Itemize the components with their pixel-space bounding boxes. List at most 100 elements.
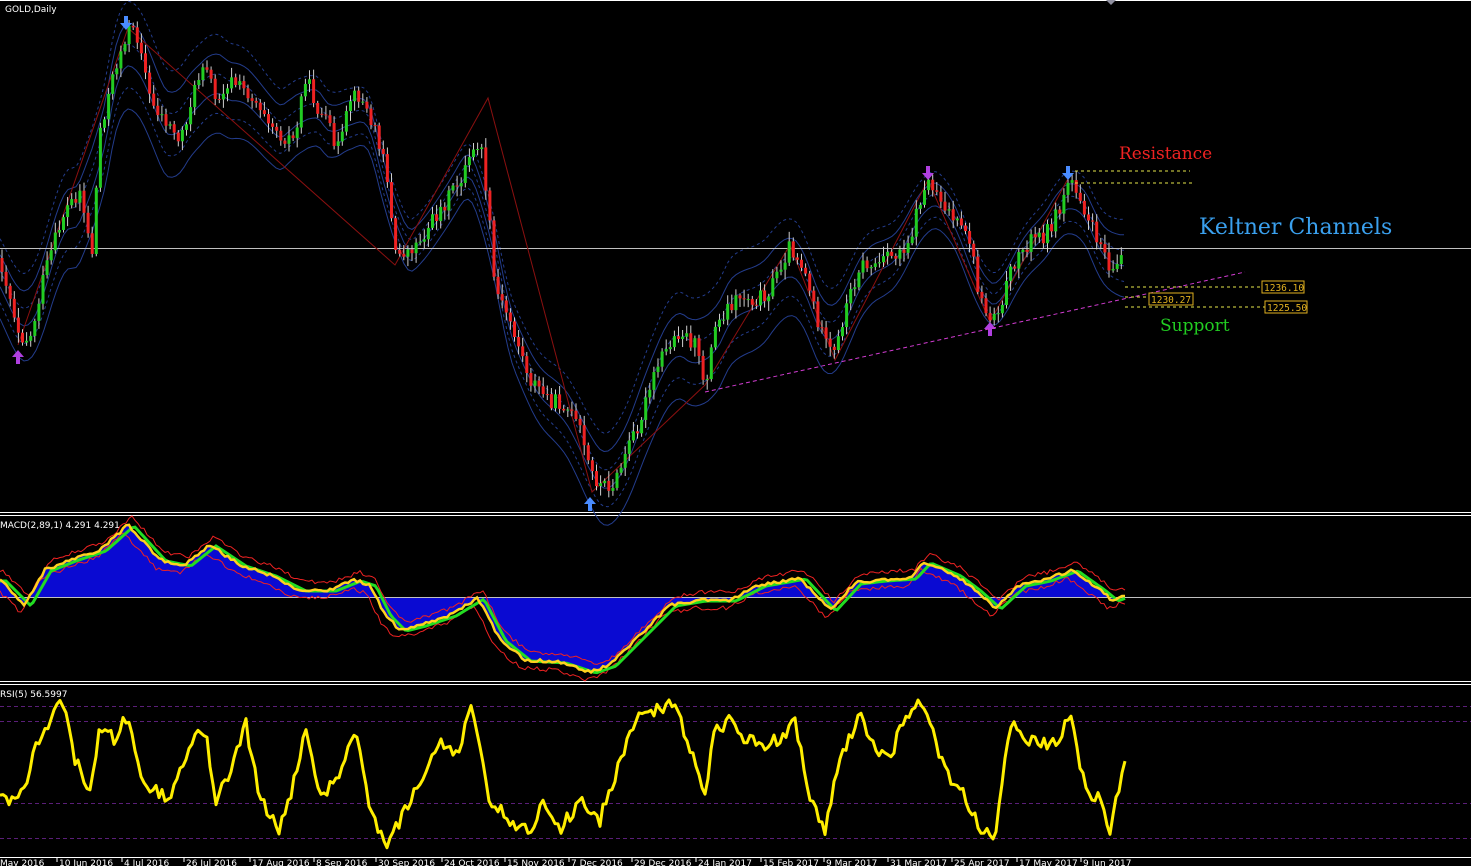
candle-body bbox=[197, 79, 201, 85]
candle-body bbox=[1029, 234, 1033, 252]
candle-body bbox=[857, 272, 861, 288]
candle-body bbox=[1005, 280, 1008, 305]
candle-body bbox=[25, 340, 29, 343]
candle-body bbox=[500, 294, 504, 301]
candle-body bbox=[1074, 180, 1078, 193]
candle-body bbox=[189, 107, 193, 125]
candle-body bbox=[623, 453, 627, 468]
candle-body bbox=[853, 287, 857, 290]
candle-body bbox=[984, 298, 988, 314]
candle-body bbox=[1066, 182, 1070, 195]
candle-body bbox=[521, 346, 525, 357]
candle-body bbox=[426, 227, 430, 240]
candle-body bbox=[299, 96, 303, 128]
candle-body bbox=[705, 379, 709, 381]
date-tick-label: 7 Dec 2016 bbox=[571, 859, 623, 866]
candle-body bbox=[677, 336, 680, 339]
candle-body bbox=[570, 409, 574, 411]
candle-body bbox=[574, 410, 578, 419]
candle-body bbox=[209, 69, 213, 79]
candle-body bbox=[1050, 224, 1054, 232]
candle-body bbox=[697, 338, 701, 356]
candle-body bbox=[168, 124, 172, 126]
chart-window[interactable]: GOLD,Daily Resistance Keltner Channels S… bbox=[0, 0, 1471, 866]
candle-body bbox=[156, 105, 160, 116]
candle-body bbox=[148, 72, 152, 94]
candle-body bbox=[795, 257, 799, 260]
chart-title: GOLD,Daily bbox=[5, 5, 57, 15]
candle-body bbox=[898, 249, 902, 259]
candle-body bbox=[763, 290, 767, 302]
candle-body bbox=[1041, 232, 1045, 244]
candle-body bbox=[131, 25, 135, 28]
date-tick-label: 29 Dec 2016 bbox=[634, 859, 692, 866]
candle-body bbox=[586, 445, 590, 461]
candle-body bbox=[258, 102, 262, 111]
candle-body bbox=[107, 93, 111, 120]
keltner-channels-label: Keltner Channels bbox=[1199, 215, 1392, 240]
candle-body bbox=[640, 419, 644, 434]
candle-body bbox=[246, 88, 250, 99]
candle-body bbox=[476, 149, 480, 151]
candle-body bbox=[123, 44, 127, 52]
candle-body bbox=[463, 165, 467, 183]
candle-body bbox=[390, 182, 393, 219]
candle-body bbox=[877, 262, 881, 264]
candle-body bbox=[537, 380, 541, 387]
candle-body bbox=[357, 90, 361, 102]
candle-body bbox=[951, 209, 955, 221]
candle-body bbox=[595, 471, 598, 487]
candle-body bbox=[558, 394, 562, 409]
candle-body bbox=[1078, 192, 1082, 201]
candle-body bbox=[451, 185, 455, 191]
price-tag-3: 1225.50 bbox=[1264, 300, 1308, 314]
candle-body bbox=[33, 320, 37, 336]
candle-body bbox=[86, 212, 90, 234]
candle-body bbox=[185, 124, 188, 130]
candle-body bbox=[549, 394, 553, 409]
support-label: Support bbox=[1160, 316, 1230, 336]
candle-body bbox=[70, 199, 74, 206]
date-tick-label: 4 Jul 2016 bbox=[124, 859, 169, 866]
candle-body bbox=[1103, 244, 1107, 253]
candle-body bbox=[1000, 304, 1004, 314]
candle-body bbox=[1099, 242, 1103, 245]
candle-body bbox=[861, 260, 865, 273]
candle-body bbox=[517, 337, 521, 347]
candle-body bbox=[205, 67, 209, 70]
candle-body bbox=[373, 125, 377, 127]
candle-body bbox=[328, 115, 332, 124]
candle-body bbox=[562, 408, 566, 411]
candle-body bbox=[824, 327, 828, 339]
candle-body bbox=[935, 190, 939, 192]
candle-body bbox=[910, 236, 914, 244]
candle-body bbox=[1058, 209, 1062, 214]
candle-body bbox=[402, 253, 406, 257]
candle-body bbox=[554, 394, 557, 409]
date-tick-label: 15 Nov 2016 bbox=[507, 859, 565, 866]
candle-body bbox=[738, 295, 742, 299]
candle-body bbox=[648, 389, 652, 398]
candle-body bbox=[340, 131, 344, 142]
candle-body bbox=[1017, 252, 1021, 269]
candle-body bbox=[377, 125, 381, 149]
date-tick-label: 31 Mar 2017 bbox=[890, 859, 947, 866]
candle-body bbox=[119, 51, 123, 69]
date-tick-label: 24 Jan 2017 bbox=[698, 859, 752, 866]
date-tick-label: May 2016 bbox=[0, 859, 45, 866]
candle-body bbox=[422, 239, 426, 242]
candle-body bbox=[283, 140, 287, 144]
candle-body bbox=[992, 313, 996, 321]
candle-body bbox=[111, 74, 115, 94]
candle-body bbox=[1021, 249, 1025, 253]
candle-body bbox=[656, 366, 660, 373]
candle-body bbox=[894, 255, 898, 259]
candle-body bbox=[94, 187, 98, 254]
candle-body bbox=[287, 135, 291, 144]
candle-body bbox=[49, 250, 53, 261]
candle-body bbox=[627, 440, 631, 454]
candle-body bbox=[414, 242, 418, 254]
candle-body bbox=[398, 249, 402, 254]
candle-body bbox=[394, 218, 398, 250]
candle-body bbox=[607, 480, 611, 491]
